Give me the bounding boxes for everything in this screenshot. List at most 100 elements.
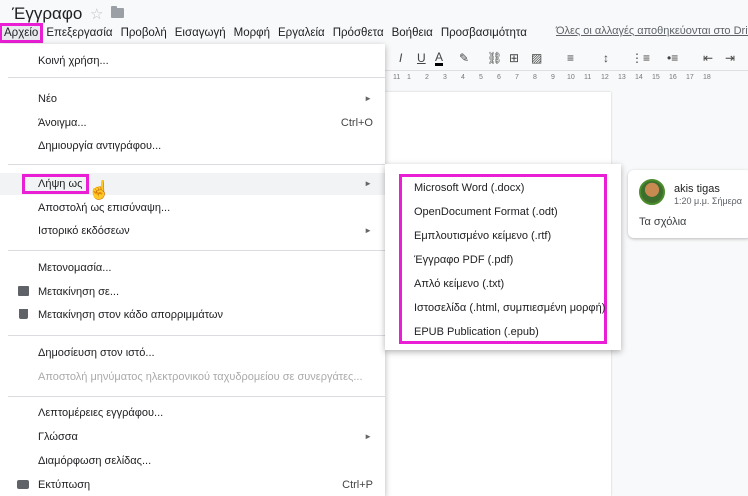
menu-accessibility[interactable]: Προσβασιμότητα [437,24,531,42]
hand-cursor-icon: ☝ [88,180,111,200]
ruler-tick: 8 [533,74,537,81]
submenu-arrow-icon: ► [364,226,372,235]
menu-item-label: Μετακίνηση στον κάδο απορριμμάτων [38,309,223,321]
underline-icon[interactable]: U [417,51,426,65]
bulleted-list-icon[interactable]: •≡ [667,51,678,65]
shortcut-label: Ctrl+P [342,479,373,491]
align-icon[interactable]: ≡ [567,51,574,65]
ruler-tick: 9 [551,74,555,81]
menu-item-label: Νέο [38,93,57,105]
menu-edit[interactable]: Επεξεργασία [42,24,116,42]
menu-divider [8,77,385,78]
saved-status-link[interactable]: Όλες οι αλλαγές αποθηκεύονται στο Drive [556,25,748,37]
ruler-tick: 10 [567,74,575,81]
menu-item-rename[interactable]: Μετονομασία... [0,257,385,279]
ruler-tick: 2 [425,74,429,81]
comment-text: Τα σχόλια [639,216,687,228]
menu-divider [8,164,385,165]
menu-divider [8,396,385,397]
menu-item-print[interactable]: Εκτύπωση Ctrl+P [0,474,385,496]
menu-item-label: Αποστολή μηνύματος ηλεκτρονικού ταχυδρομ… [38,371,363,383]
ruler-tick: 11 [393,74,401,81]
menu-tools[interactable]: Εργαλεία [274,24,329,42]
download-txt[interactable]: Απλό κείμενο (.txt) [414,278,504,290]
menu-format[interactable]: Μορφή [230,24,274,42]
ruler-tick: 11 [584,74,592,81]
increase-indent-icon[interactable]: ⇥ [725,51,735,65]
italic-icon[interactable]: I [399,51,402,65]
ruler-tick: 17 [686,74,694,81]
numbered-list-icon[interactable]: ⋮≡ [631,51,650,65]
toolbar: I U A ✎ ⛓ ⊞ ▨ ≡ ↕ ⋮≡ •≡ ⇤ ⇥ [385,48,748,71]
menu-item-new[interactable]: Νέο ► [0,88,385,110]
highlight-box [22,174,89,194]
menu-addons[interactable]: Πρόσθετα [329,24,388,42]
folder-icon[interactable] [111,6,124,18]
highlight-icon[interactable]: ✎ [459,51,469,65]
comment-author: akis tigas [674,183,720,195]
menu-item-label: Γλώσσα [38,431,78,443]
star-icon[interactable]: ☆ [90,5,103,23]
menu-item-label: Κοινή χρήση... [38,55,109,67]
menu-item-label: Λεπτομέρειες εγγράφου... [38,407,164,419]
comment-card[interactable]: akis tigas 1:20 μ.μ. Σήμερα Τα σχόλια [628,170,748,238]
download-rtf[interactable]: Εμπλουτισμένο κείμενο (.rtf) [414,230,551,242]
ruler-tick: 12 [601,74,609,81]
download-odt[interactable]: OpenDocument Format (.odt) [414,206,558,218]
menu-item-email-attachment[interactable]: Αποστολή ως επισύναψη... [0,197,385,219]
menu-item-version-history[interactable]: Ιστορικό εκδόσεων ► [0,220,385,242]
ruler-tick: 7 [515,74,519,81]
insert-image-icon[interactable]: ▨ [531,51,542,65]
ruler-tick: 15 [652,74,660,81]
menu-item-label: Δημοσίευση στον ιστό... [38,347,155,359]
download-html[interactable]: Ιστοσελίδα (.html, συμπιεσμένη μορφή) [414,302,605,314]
ruler-tick: 3 [443,74,447,81]
menu-insert[interactable]: Εισαγωγή [171,24,230,42]
download-epub[interactable]: EPUB Publication (.epub) [414,326,539,338]
trash-icon [19,309,28,319]
menu-item-publish[interactable]: Δημοσίευση στον ιστό... [0,342,385,364]
avatar [639,179,665,205]
submenu-arrow-icon: ► [364,94,372,103]
menu-item-label: Εκτύπωση [38,479,91,491]
print-icon [17,480,29,489]
document-title[interactable]: Έγγραφο [12,4,82,24]
ruler[interactable]: 11 1 2 3 4 5 6 7 8 9 10 11 12 13 14 15 1… [385,71,748,85]
menu-view[interactable]: Προβολή [117,24,171,42]
shortcut-label: Ctrl+O [340,117,373,129]
menu-item-open[interactable]: Άνοιγμα... Ctrl+O [0,112,385,134]
ruler-tick: 5 [479,74,483,81]
ruler-tick: 18 [703,74,711,81]
download-pdf[interactable]: Έγγραφο PDF (.pdf) [414,254,513,266]
menu-item-trash[interactable]: Μετακίνηση στον κάδο απορριμμάτων [0,304,385,326]
folder-icon [18,286,29,296]
link-icon[interactable]: ⛓ [487,51,502,65]
menu-item-page-setup[interactable]: Διαμόρφωση σελίδας... [0,450,385,472]
submenu-arrow-icon: ► [364,179,372,188]
decrease-indent-icon[interactable]: ⇤ [703,51,713,65]
download-docx[interactable]: Microsoft Word (.docx) [414,182,524,194]
menu-divider [8,335,385,336]
menu-item-share[interactable]: Κοινή χρήση... [0,50,385,72]
menu-item-label: Ιστορικό εκδόσεων [38,225,130,237]
menu-item-move[interactable]: Μετακίνηση σε... [0,281,385,303]
menu-item-label: Άνοιγμα... [38,117,87,129]
menu-item-label: Μετονομασία... [38,262,112,274]
menu-item-label: Αποστολή ως επισύναψη... [38,202,171,214]
menu-help[interactable]: Βοήθεια [388,24,437,42]
ruler-tick: 13 [618,74,626,81]
menu-item-email-collaborators: Αποστολή μηνύματος ηλεκτρονικού ταχυδρομ… [0,366,385,388]
download-submenu: Microsoft Word (.docx) OpenDocument Form… [385,164,621,350]
text-color-icon[interactable]: A [435,51,444,66]
ruler-tick: 4 [461,74,465,81]
menu-item-details[interactable]: Λεπτομέρειες εγγράφου... [0,402,385,424]
menu-file[interactable]: Αρχείο [0,23,44,43]
menu-item-language[interactable]: Γλώσσα ► [0,426,385,448]
line-spacing-icon[interactable]: ↕ [603,51,609,65]
add-comment-icon[interactable]: ⊞ [509,51,519,65]
menu-item-make-copy[interactable]: Δημιουργία αντιγράφου... [0,135,385,157]
menu-item-label: Διαμόρφωση σελίδας... [38,455,152,467]
file-menu: Κοινή χρήση... Νέο ► Άνοιγμα... Ctrl+O Δ… [0,44,385,496]
menu-divider [8,250,385,251]
ruler-tick: 14 [635,74,643,81]
